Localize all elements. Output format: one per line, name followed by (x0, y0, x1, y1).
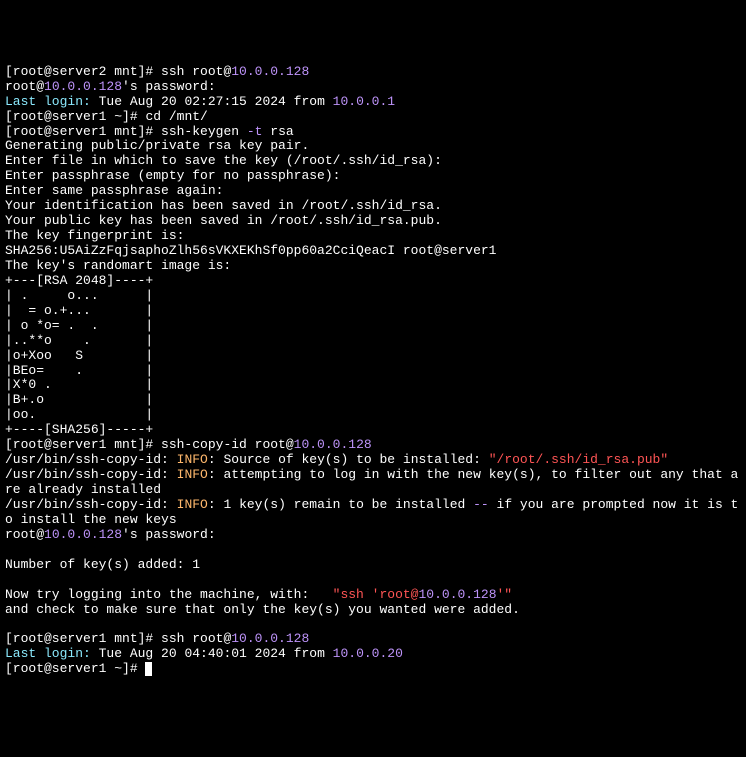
randomart-line: +---[RSA 2048]----+ (5, 273, 153, 288)
terminal-output[interactable]: [root@server2 mnt]# ssh root@10.0.0.128 … (5, 65, 741, 677)
randomart-line: |oo. | (5, 407, 153, 422)
output-line: Your identification has been saved in /r… (5, 198, 442, 213)
prompt: [root@server2 mnt]# (5, 64, 161, 79)
randomart-line: |B+.o | (5, 392, 153, 407)
randomart-line: | o *o= . . | (5, 318, 153, 333)
output-line: SHA256:U5AiZzFqjsaphoZlh56sVKXEKhSf0pp60… (5, 243, 496, 258)
prompt-line: [root@server1 ~]# cd /mnt/ (5, 109, 208, 124)
prompt-line: [root@server2 mnt]# ssh root@10.0.0.128 (5, 64, 309, 79)
output-line: Enter same passphrase again: (5, 183, 223, 198)
output-line: The key's randomart image is: (5, 258, 231, 273)
prompt-line: [root@server1 mnt]# ssh root@10.0.0.128 (5, 631, 309, 646)
last-login: Last login: Tue Aug 20 02:27:15 2024 fro… (5, 94, 395, 109)
password-prompt: root@10.0.0.128's password: (5, 79, 216, 94)
cmd: ssh root@ (161, 64, 231, 79)
password-prompt: root@10.0.0.128's password: (5, 527, 216, 542)
prompt-line: [root@server1 mnt]# ssh-copy-id root@10.… (5, 437, 372, 452)
prompt-line: [root@server1 mnt]# ssh-keygen -t rsa (5, 124, 294, 139)
randomart-line: |X*0 . | (5, 377, 153, 392)
randomart-line: |..**o . | (5, 333, 153, 348)
output-line: The key fingerprint is: (5, 228, 184, 243)
prompt-line[interactable]: [root@server1 ~]# (5, 661, 152, 676)
output-line: /usr/bin/ssh-copy-id: INFO: attempting t… (5, 467, 738, 497)
ip: 10.0.0.128 (231, 64, 309, 79)
output-line: Enter passphrase (empty for no passphras… (5, 168, 340, 183)
randomart-line: |o+Xoo S | (5, 348, 153, 363)
output-line: Enter file in which to save the key (/ro… (5, 153, 442, 168)
output-line: and check to make sure that only the key… (5, 602, 520, 617)
cursor-icon (145, 662, 152, 676)
last-login: Last login: Tue Aug 20 04:40:01 2024 fro… (5, 646, 403, 661)
randomart-line: | . o... | (5, 288, 153, 303)
randomart-line: |BEo= . | (5, 363, 153, 378)
randomart-line: | = o.+... | (5, 303, 153, 318)
output-line: Generating public/private rsa key pair. (5, 138, 309, 153)
output-line: /usr/bin/ssh-copy-id: INFO: Source of ke… (5, 452, 668, 467)
output-line: Number of key(s) added: 1 (5, 557, 200, 572)
output-line: Your public key has been saved in /root/… (5, 213, 442, 228)
output-line: Now try logging into the machine, with: … (5, 587, 512, 602)
randomart-line: +----[SHA256]-----+ (5, 422, 153, 437)
output-line: /usr/bin/ssh-copy-id: INFO: 1 key(s) rem… (5, 497, 738, 527)
